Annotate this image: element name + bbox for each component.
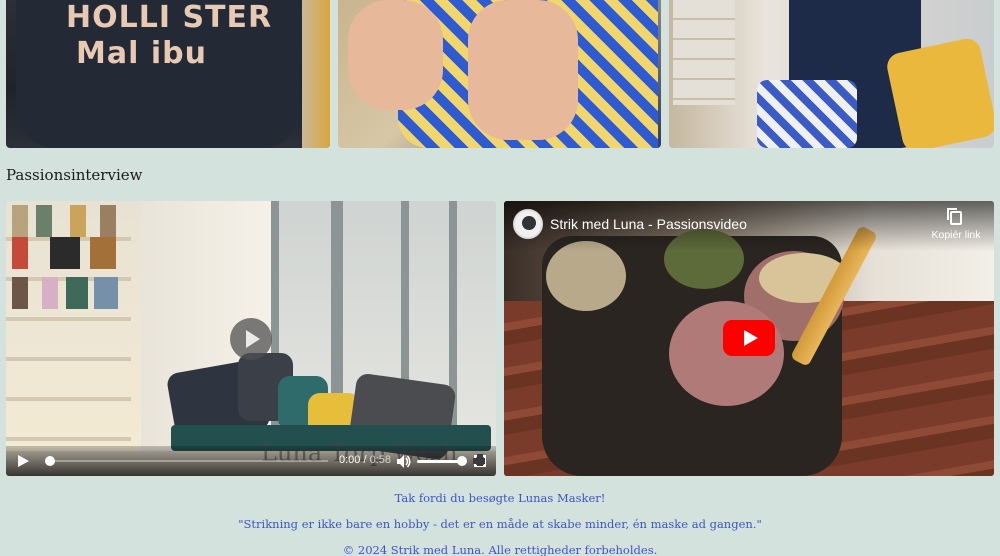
volume-knob[interactable] [456, 456, 467, 466]
big-play-button[interactable] [230, 318, 272, 360]
copy-icon [947, 208, 962, 225]
play-icon[interactable] [18, 455, 29, 467]
section-title: Passionsinterview [6, 166, 143, 184]
local-video-player[interactable]: Luna Torp Wesh 0:00 / 0:58 [6, 201, 496, 476]
photo-gallery: HOLLI STER Mal ibu [6, 0, 994, 148]
footer: Tak fordi du besøgte Lunas Masker! "Stri… [0, 488, 1000, 556]
copy-link-button[interactable]: Kopiér link [928, 208, 984, 241]
youtube-play-button[interactable] [723, 320, 775, 356]
footer-copyright: © 2024 Strik med Luna. Alle rettigheder … [342, 543, 658, 556]
fullscreen-icon[interactable] [473, 454, 486, 467]
youtube-video-title[interactable]: Strik med Luna - Passionsvideo [550, 216, 747, 232]
left-hand [348, 0, 443, 110]
footer-quote: "Strikning er ikke bare en hobby - det e… [238, 517, 762, 531]
progress-track [46, 460, 328, 462]
hoodie-print: HOLLI STER Mal ibu [66, 0, 272, 72]
gallery-photo-knitting-sofa[interactable] [669, 0, 994, 148]
yarn-ball [546, 241, 626, 311]
progress-knob[interactable] [45, 456, 55, 466]
volume-icon[interactable] [397, 455, 411, 468]
current-time: 0:00 [339, 454, 361, 466]
youtube-embed[interactable]: Strik med Luna - Passionsvideo Kopiér li… [504, 201, 994, 476]
right-hand [468, 0, 578, 140]
youtube-header: Strik med Luna - Passionsvideo Kopiér li… [504, 201, 994, 251]
gallery-photo-knitting-closeup[interactable] [338, 0, 661, 148]
progress-scrubber[interactable] [45, 456, 328, 466]
volume-slider[interactable] [417, 460, 461, 463]
background-wall [302, 0, 330, 148]
magazine-shelf [6, 201, 141, 451]
hoodie-print-top: HOLLI STER [66, 0, 273, 35]
shelf [673, 0, 735, 105]
copy-link-label: Kopiér link [931, 229, 981, 241]
footer-thanks: Tak fordi du besøgte Lunas Masker! [394, 491, 606, 505]
time-display: 0:00 / 0:58 [339, 454, 392, 466]
video-controls: 0:00 / 0:58 [6, 446, 496, 476]
channel-avatar[interactable] [513, 209, 543, 239]
hoodie-print-bottom: Mal ibu [76, 36, 207, 71]
yellow-pillow [884, 36, 994, 148]
knitted-fabric [757, 80, 857, 148]
duration: 0:58 [369, 454, 392, 466]
gallery-photo-hoodie[interactable]: HOLLI STER Mal ibu [6, 0, 330, 148]
